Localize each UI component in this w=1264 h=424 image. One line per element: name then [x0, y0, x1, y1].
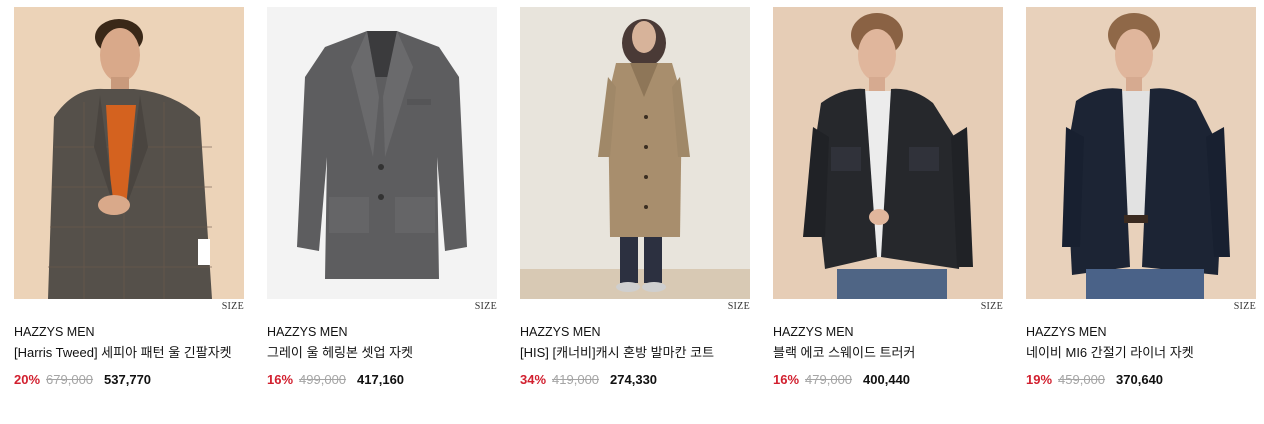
- discount-rate: 16%: [267, 372, 294, 387]
- product-name[interactable]: [Harris Tweed] 세피아 패턴 울 긴팔자켓: [14, 344, 244, 362]
- product-card[interactable]: SIZE HAZZYS MEN 블랙 에코 스웨이드 트러커 16% 479,0…: [773, 7, 1003, 388]
- brand-name: HAZZYS MEN: [14, 325, 95, 339]
- product-card[interactable]: SIZE HAZZYS MEN 그레이 울 헤링본 셋업 자켓 16% 499,…: [267, 7, 497, 388]
- brand-name: HAZZYS MEN: [520, 325, 601, 339]
- brand-name: HAZZYS MEN: [773, 325, 854, 339]
- product-name[interactable]: [HIS] [캐너비]캐시 혼방 발마칸 코트: [520, 344, 750, 362]
- gray-herringbone-jacket-photo: [267, 7, 497, 299]
- price-row: 16% 479,000 400,440: [773, 371, 1003, 388]
- size-link[interactable]: SIZE: [14, 299, 244, 317]
- product-grid: SIZE HAZZYS MEN [Harris Tweed] 세피아 패턴 울 …: [14, 7, 1256, 388]
- sale-price: 400,440: [863, 372, 911, 387]
- product-name[interactable]: 그레이 울 헤링본 셋업 자켓: [267, 344, 497, 362]
- product-card[interactable]: SIZE HAZZYS MEN 네이비 MI6 간절기 라이너 자켓 19% 4…: [1026, 7, 1256, 388]
- size-link[interactable]: SIZE: [1026, 299, 1256, 317]
- size-link[interactable]: SIZE: [267, 299, 497, 317]
- product-name[interactable]: 네이비 MI6 간절기 라이너 자켓: [1026, 344, 1256, 362]
- discount-rate: 20%: [14, 372, 41, 387]
- brand-name: HAZZYS MEN: [267, 325, 348, 339]
- brand-name: HAZZYS MEN: [1026, 325, 1107, 339]
- product-name[interactable]: 블랙 에코 스웨이드 트러커: [773, 344, 1003, 362]
- discount-rate: 19%: [1026, 372, 1053, 387]
- model-black-trucker-jacket-photo: [773, 7, 1003, 299]
- model-camel-balmacaan-coat-photo: [520, 7, 750, 299]
- product-card[interactable]: SIZE HAZZYS MEN [Harris Tweed] 세피아 패턴 울 …: [14, 7, 244, 388]
- price-row: 20% 679,000 537,770: [14, 371, 244, 388]
- sale-price: 537,770: [104, 372, 152, 387]
- sale-price: 274,330: [610, 372, 658, 387]
- discount-rate: 34%: [520, 372, 547, 387]
- product-image[interactable]: [520, 7, 750, 299]
- sale-price: 417,160: [357, 372, 405, 387]
- product-image[interactable]: [773, 7, 1003, 299]
- sale-price: 370,640: [1116, 372, 1164, 387]
- discount-rate: 16%: [773, 372, 800, 387]
- product-card[interactable]: SIZE HAZZYS MEN [HIS] [캐너비]캐시 혼방 발마칸 코트 …: [520, 7, 750, 388]
- size-link[interactable]: SIZE: [773, 299, 1003, 317]
- price-row: 34% 419,000 274,330: [520, 371, 750, 388]
- original-price: 679,000: [46, 372, 94, 387]
- product-image[interactable]: [14, 7, 244, 299]
- model-navy-liner-jacket-photo: [1026, 7, 1256, 299]
- product-image[interactable]: [1026, 7, 1256, 299]
- price-row: 16% 499,000 417,160: [267, 371, 497, 388]
- product-image[interactable]: [267, 7, 497, 299]
- price-row: 19% 459,000 370,640: [1026, 371, 1256, 388]
- original-price: 479,000: [805, 372, 853, 387]
- original-price: 499,000: [299, 372, 347, 387]
- size-link[interactable]: SIZE: [520, 299, 750, 317]
- original-price: 459,000: [1058, 372, 1106, 387]
- original-price: 419,000: [552, 372, 600, 387]
- model-tweed-jacket-photo: [14, 7, 244, 299]
